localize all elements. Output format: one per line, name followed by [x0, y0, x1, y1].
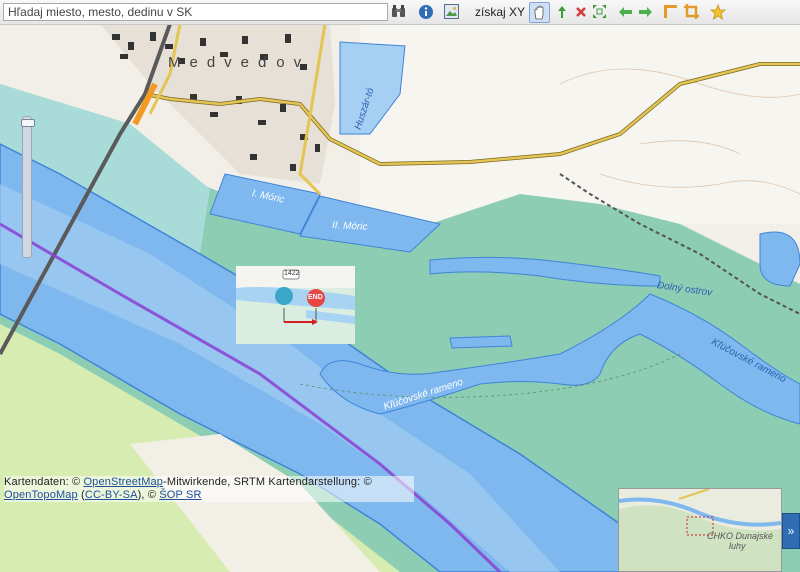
forward-arrow-icon[interactable] — [637, 3, 654, 20]
zoom-out-icon[interactable] — [572, 3, 589, 20]
village-label: Medveďov — [168, 54, 311, 71]
attribution-prefix: Kartendaten: © — [4, 476, 84, 488]
get-xy-button[interactable]: získaj XY — [475, 5, 525, 19]
sop-link[interactable]: ŠOP SR — [159, 489, 201, 501]
overview-toggle-button[interactable]: » — [782, 513, 800, 549]
route-road-number: 1422 — [284, 270, 300, 277]
overview-label-line1: CHKO Dunajské — [707, 531, 774, 541]
info-icon[interactable] — [417, 3, 434, 20]
favorite-star-icon[interactable] — [709, 3, 726, 20]
opentopomap-link[interactable]: OpenTopoMap — [4, 489, 78, 501]
attribution-paren-open: ( — [77, 489, 85, 501]
license-link[interactable]: CC-BY-SA — [85, 489, 138, 501]
overview-map[interactable]: CHKO Dunajské luhy — [618, 488, 782, 572]
zoom-extent-icon[interactable] — [591, 3, 608, 20]
zoom-in-icon[interactable] — [553, 3, 570, 20]
measure-icon[interactable] — [662, 3, 679, 20]
attribution-mid: -Mitwirkende, SRTM Kartendarstellung: © — [163, 476, 372, 488]
zoom-slider[interactable] — [21, 116, 35, 258]
search-input[interactable] — [3, 3, 388, 21]
binoculars-icon[interactable] — [390, 3, 407, 20]
map-canvas[interactable]: Medveďov Huszár-tó I. Móric II. Móric Do… — [0, 24, 800, 572]
map-attribution: Kartendaten: © OpenStreetMap-Mitwirkende… — [4, 476, 414, 502]
zoom-slider-handle[interactable] — [21, 119, 35, 127]
route-preview-thumbnail[interactable]: 1422 END — [236, 266, 355, 344]
overview-area-label: CHKO Dunajské luhy — [707, 531, 773, 551]
pan-hand-icon[interactable] — [529, 2, 550, 23]
image-icon[interactable] — [443, 3, 460, 20]
lake-label-2: II. Móric — [331, 220, 368, 233]
route-end-label: END — [308, 294, 323, 301]
back-arrow-icon[interactable] — [617, 3, 634, 20]
osm-link[interactable]: OpenStreetMap — [83, 476, 163, 488]
attribution-paren-close: ), © — [137, 489, 160, 501]
crop-icon[interactable] — [683, 3, 700, 20]
overview-label-line2: luhy — [729, 541, 746, 551]
toolbar: získaj XY — [0, 0, 800, 25]
